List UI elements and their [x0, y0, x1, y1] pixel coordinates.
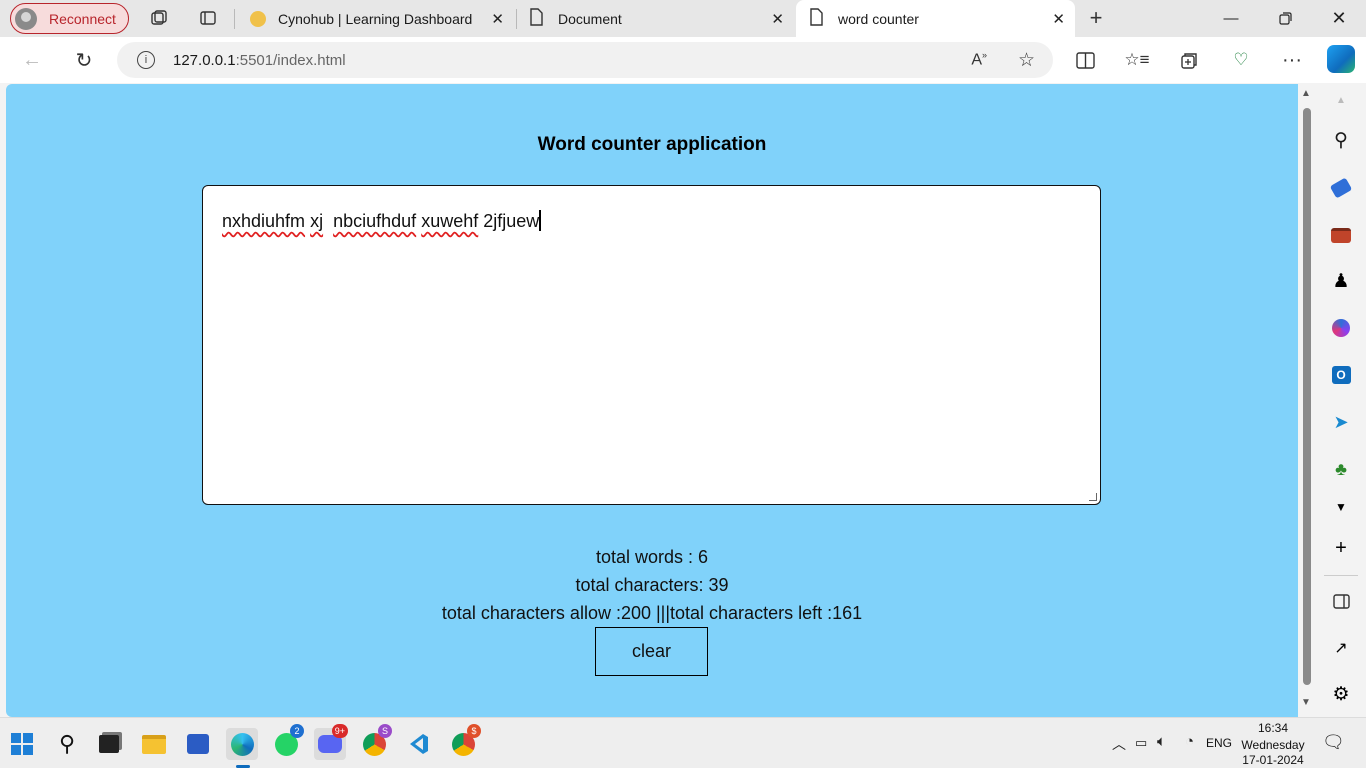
discord-icon[interactable]: 9+	[314, 724, 348, 760]
page-viewport: Word counter application nxhdiuhfm xj nb…	[6, 84, 1298, 717]
page-scrollbar[interactable]: ▲ ▼	[1298, 84, 1316, 717]
tab-title: Cynohub | Learning Dashboard	[278, 10, 473, 27]
workspaces-icon[interactable]	[145, 4, 173, 32]
settings-gear-icon[interactable]: ⚙	[1329, 682, 1353, 706]
search-icon[interactable]: ⚲	[51, 728, 83, 760]
open-external-icon[interactable]: ↗	[1329, 636, 1353, 660]
sidebar-collapse-icon[interactable]: ▲	[1329, 88, 1353, 112]
edge-sidebar: ▲ ⚲ ♟ O ➤ ♣ ▼ + ↗ ⚙	[1316, 84, 1366, 717]
scroll-up-icon[interactable]: ▲	[1301, 88, 1311, 99]
textarea-word: 2jfjuew	[483, 211, 540, 231]
tab-strip: Reconnect Cynohub | Learning Dashboard ✕…	[0, 0, 1366, 37]
copilot-icon[interactable]	[1327, 45, 1355, 73]
microsoft-store-icon[interactable]	[182, 728, 214, 760]
scroll-down-icon[interactable]: ▼	[1301, 697, 1311, 708]
network-icon[interactable]: ◔	[1185, 733, 1194, 750]
total-words-text: total words : 6	[595, 547, 709, 567]
close-tab-icon[interactable]: ✕	[771, 10, 784, 28]
textarea-word: xuwehf	[421, 211, 479, 231]
language-indicator[interactable]: ENG	[1206, 736, 1232, 750]
read-aloud-icon[interactable]: A»	[971, 50, 987, 69]
favorites-icon[interactable]: ☆≡	[1124, 48, 1149, 72]
browser-essentials-icon[interactable]: ♡	[1229, 48, 1253, 72]
outlook-icon[interactable]: O	[1329, 363, 1353, 387]
search-icon[interactable]: ⚲	[1329, 128, 1353, 152]
tab-title: Document	[558, 10, 622, 27]
send-icon[interactable]: ➤	[1329, 410, 1353, 434]
add-app-icon[interactable]: +	[1329, 536, 1353, 560]
clear-button[interactable]: clear	[595, 627, 708, 676]
games-icon[interactable]: ♟	[1329, 269, 1353, 293]
page-title: Word counter application	[537, 134, 767, 155]
vscode-icon[interactable]	[402, 728, 434, 760]
refresh-icon[interactable]: ↻	[72, 48, 96, 72]
notifications-icon[interactable]: 🗨︎	[1322, 732, 1345, 753]
textarea-content: nxhdiuhfm xj nbciufhduf xuwehf 2jfjuew	[222, 210, 541, 232]
text-input-area[interactable]: nxhdiuhfm xj nbciufhduf xuwehf 2jfjuew	[202, 185, 1101, 505]
tools-icon[interactable]	[1329, 223, 1353, 247]
cynohub-favicon-icon	[250, 10, 266, 27]
site-info-icon[interactable]: i	[137, 51, 155, 69]
clock-day[interactable]: Wednesday	[1240, 738, 1306, 752]
windows-start-icon[interactable]	[6, 728, 38, 760]
tab-title: word counter	[838, 10, 919, 27]
restore-icon[interactable]	[1258, 0, 1312, 37]
volume-icon[interactable]: 🔈︎	[1157, 733, 1166, 750]
microsoft365-icon[interactable]	[1329, 316, 1353, 340]
avatar	[15, 7, 37, 30]
windows-taskbar: ⚲ 2 9+ S $ ︿ ▭ 🔈︎ ◔ ENG 16:34 Wednesday …	[0, 717, 1366, 768]
sidebar-divider	[1324, 575, 1358, 576]
hide-sidebar-icon[interactable]	[1329, 589, 1353, 613]
url-path: :5501/index.html	[235, 51, 346, 69]
address-bar[interactable]: i 127.0.0.1:5501/index.html A» ☆	[117, 42, 1053, 78]
collections-icon[interactable]	[1177, 48, 1201, 72]
clock-time[interactable]: 16:34	[1240, 721, 1306, 735]
shopping-tag-icon[interactable]	[1329, 176, 1353, 200]
tab-word-counter[interactable]: word counter ✕	[796, 0, 1075, 37]
new-tab-icon[interactable]: +	[1082, 4, 1110, 32]
browser-toolbar: ← ↻ i 127.0.0.1:5501/index.html A» ☆ ☆≡ …	[0, 37, 1366, 83]
tab-divider	[516, 9, 517, 29]
whatsapp-badge: 2	[290, 724, 304, 738]
document-favicon-icon	[528, 8, 544, 29]
favorite-star-icon[interactable]: ☆	[1018, 49, 1035, 72]
file-explorer-icon[interactable]	[138, 728, 170, 760]
textarea-word: xj	[310, 211, 324, 231]
tab-cynohub[interactable]: Cynohub | Learning Dashboard ✕	[240, 0, 514, 37]
textarea-word: nbciufhduf	[333, 211, 417, 231]
split-screen-icon[interactable]	[1073, 48, 1097, 72]
close-tab-icon[interactable]: ✕	[1052, 10, 1065, 28]
tab-document[interactable]: Document ✕	[518, 0, 794, 37]
hidden-icons-chevron-icon[interactable]: ︿	[1112, 734, 1126, 754]
text-caret	[539, 210, 541, 231]
characters-allowance-text: total characters allow :200 |||total cha…	[441, 603, 863, 623]
close-tab-icon[interactable]: ✕	[491, 10, 504, 28]
tab-actions-icon[interactable]	[194, 4, 222, 32]
scrollbar-thumb[interactable]	[1303, 108, 1311, 685]
tree-icon[interactable]: ♣	[1329, 457, 1353, 481]
resize-grip-icon[interactable]	[1089, 493, 1097, 501]
document-favicon-icon	[808, 8, 824, 29]
close-window-icon[interactable]: ✕	[1312, 0, 1366, 37]
more-menu-icon[interactable]: ···	[1280, 48, 1304, 72]
profile-reconnect-button[interactable]: Reconnect	[10, 3, 129, 34]
clock-date[interactable]: 17-01-2024	[1240, 753, 1306, 767]
chrome-icon[interactable]: S	[358, 724, 392, 760]
edge-taskbar-icon[interactable]	[226, 728, 258, 760]
discord-badge: 9+	[331, 724, 348, 738]
chrome-second-icon[interactable]: $	[447, 724, 481, 760]
minimize-icon[interactable]: ―	[1204, 0, 1258, 37]
total-characters-text: total characters: 39	[575, 575, 729, 595]
back-icon[interactable]: ←	[20, 48, 44, 72]
whatsapp-icon[interactable]: 2	[270, 724, 304, 760]
textarea-word: nxhdiuhfm	[222, 211, 306, 231]
task-view-icon[interactable]	[93, 728, 125, 760]
more-apps-icon[interactable]: ▼	[1329, 495, 1353, 519]
chrome-profile-badge: S	[378, 724, 392, 738]
url-host: 127.0.0.1	[173, 51, 236, 69]
battery-icon[interactable]: ▭	[1135, 735, 1147, 751]
chrome-second-badge: $	[467, 724, 481, 738]
tab-divider	[234, 9, 235, 29]
profile-reconnect-label: Reconnect	[49, 10, 116, 27]
